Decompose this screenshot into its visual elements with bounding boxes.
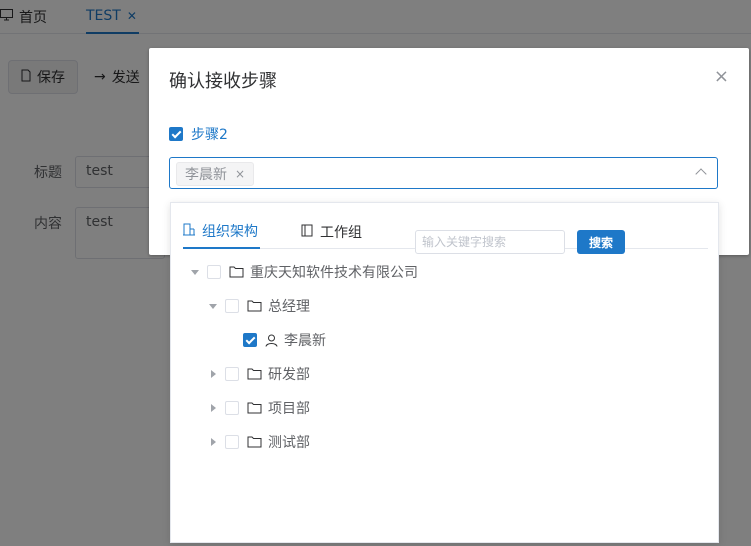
tag-close-icon[interactable]: × — [235, 167, 245, 181]
folder-icon — [247, 436, 262, 448]
caret-down-icon[interactable] — [207, 300, 219, 312]
folder-icon — [247, 300, 262, 312]
tree-node[interactable]: 重庆天知软件技术有限公司 — [189, 255, 418, 289]
checkbox-checked-icon[interactable] — [169, 127, 183, 141]
tree-node-label: 测试部 — [268, 435, 310, 451]
caret-down-icon[interactable] — [189, 266, 201, 278]
tree-node-label: 研发部 — [268, 367, 310, 383]
recipient-dropdown-panel: 组织架构 工作组 搜索 重庆天知软件技术有限公司总经理李晨新研发部项目部测试部 — [170, 202, 719, 543]
dialog-title: 确认接收步骤 — [169, 71, 277, 92]
step-checkbox[interactable]: 步骤2 — [169, 124, 228, 144]
search-button[interactable]: 搜索 — [577, 230, 625, 254]
checkbox-checked-icon[interactable] — [243, 333, 257, 347]
search-input[interactable] — [415, 230, 565, 254]
tree-node[interactable]: 测试部 — [207, 425, 310, 459]
folder-icon — [229, 266, 244, 278]
checkbox-icon[interactable] — [225, 401, 239, 415]
selected-user-tag-label: 李晨新 — [185, 167, 227, 183]
book-icon — [301, 224, 313, 241]
folder-icon — [247, 402, 262, 414]
checkbox-icon[interactable] — [207, 265, 221, 279]
tab-workgroup-label: 工作组 — [320, 225, 362, 241]
organization-icon — [183, 223, 195, 240]
tab-organization[interactable]: 组织架构 — [183, 215, 260, 249]
checkbox-icon[interactable] — [225, 367, 239, 381]
close-icon[interactable]: × — [714, 68, 729, 86]
folder-icon — [247, 368, 262, 380]
tree-node[interactable]: 李晨新 — [225, 323, 326, 357]
checkbox-icon[interactable] — [225, 299, 239, 313]
tree-node[interactable]: 项目部 — [207, 391, 310, 425]
tab-workgroup[interactable]: 工作组 — [301, 215, 362, 249]
step-label: 步骤2 — [191, 127, 228, 143]
recipient-select[interactable]: 李晨新 × — [169, 157, 718, 189]
tree-node[interactable]: 总经理 — [207, 289, 310, 323]
tab-organization-label: 组织架构 — [202, 224, 258, 240]
tree-node-label: 项目部 — [268, 401, 310, 417]
caret-right-icon[interactable] — [207, 436, 219, 448]
selected-user-tag: 李晨新 × — [176, 162, 255, 186]
panel-tabs: 组织架构 工作组 搜索 — [183, 215, 708, 254]
tree-node-label: 总经理 — [268, 299, 310, 315]
tree-node-label: 李晨新 — [284, 333, 326, 349]
chevron-up-icon[interactable] — [695, 168, 707, 180]
checkbox-icon[interactable] — [225, 435, 239, 449]
user-icon — [265, 334, 278, 347]
caret-right-icon[interactable] — [207, 402, 219, 414]
tree-node-label: 重庆天知软件技术有限公司 — [250, 265, 418, 281]
caret-right-icon[interactable] — [207, 368, 219, 380]
tree-node[interactable]: 研发部 — [207, 357, 310, 391]
